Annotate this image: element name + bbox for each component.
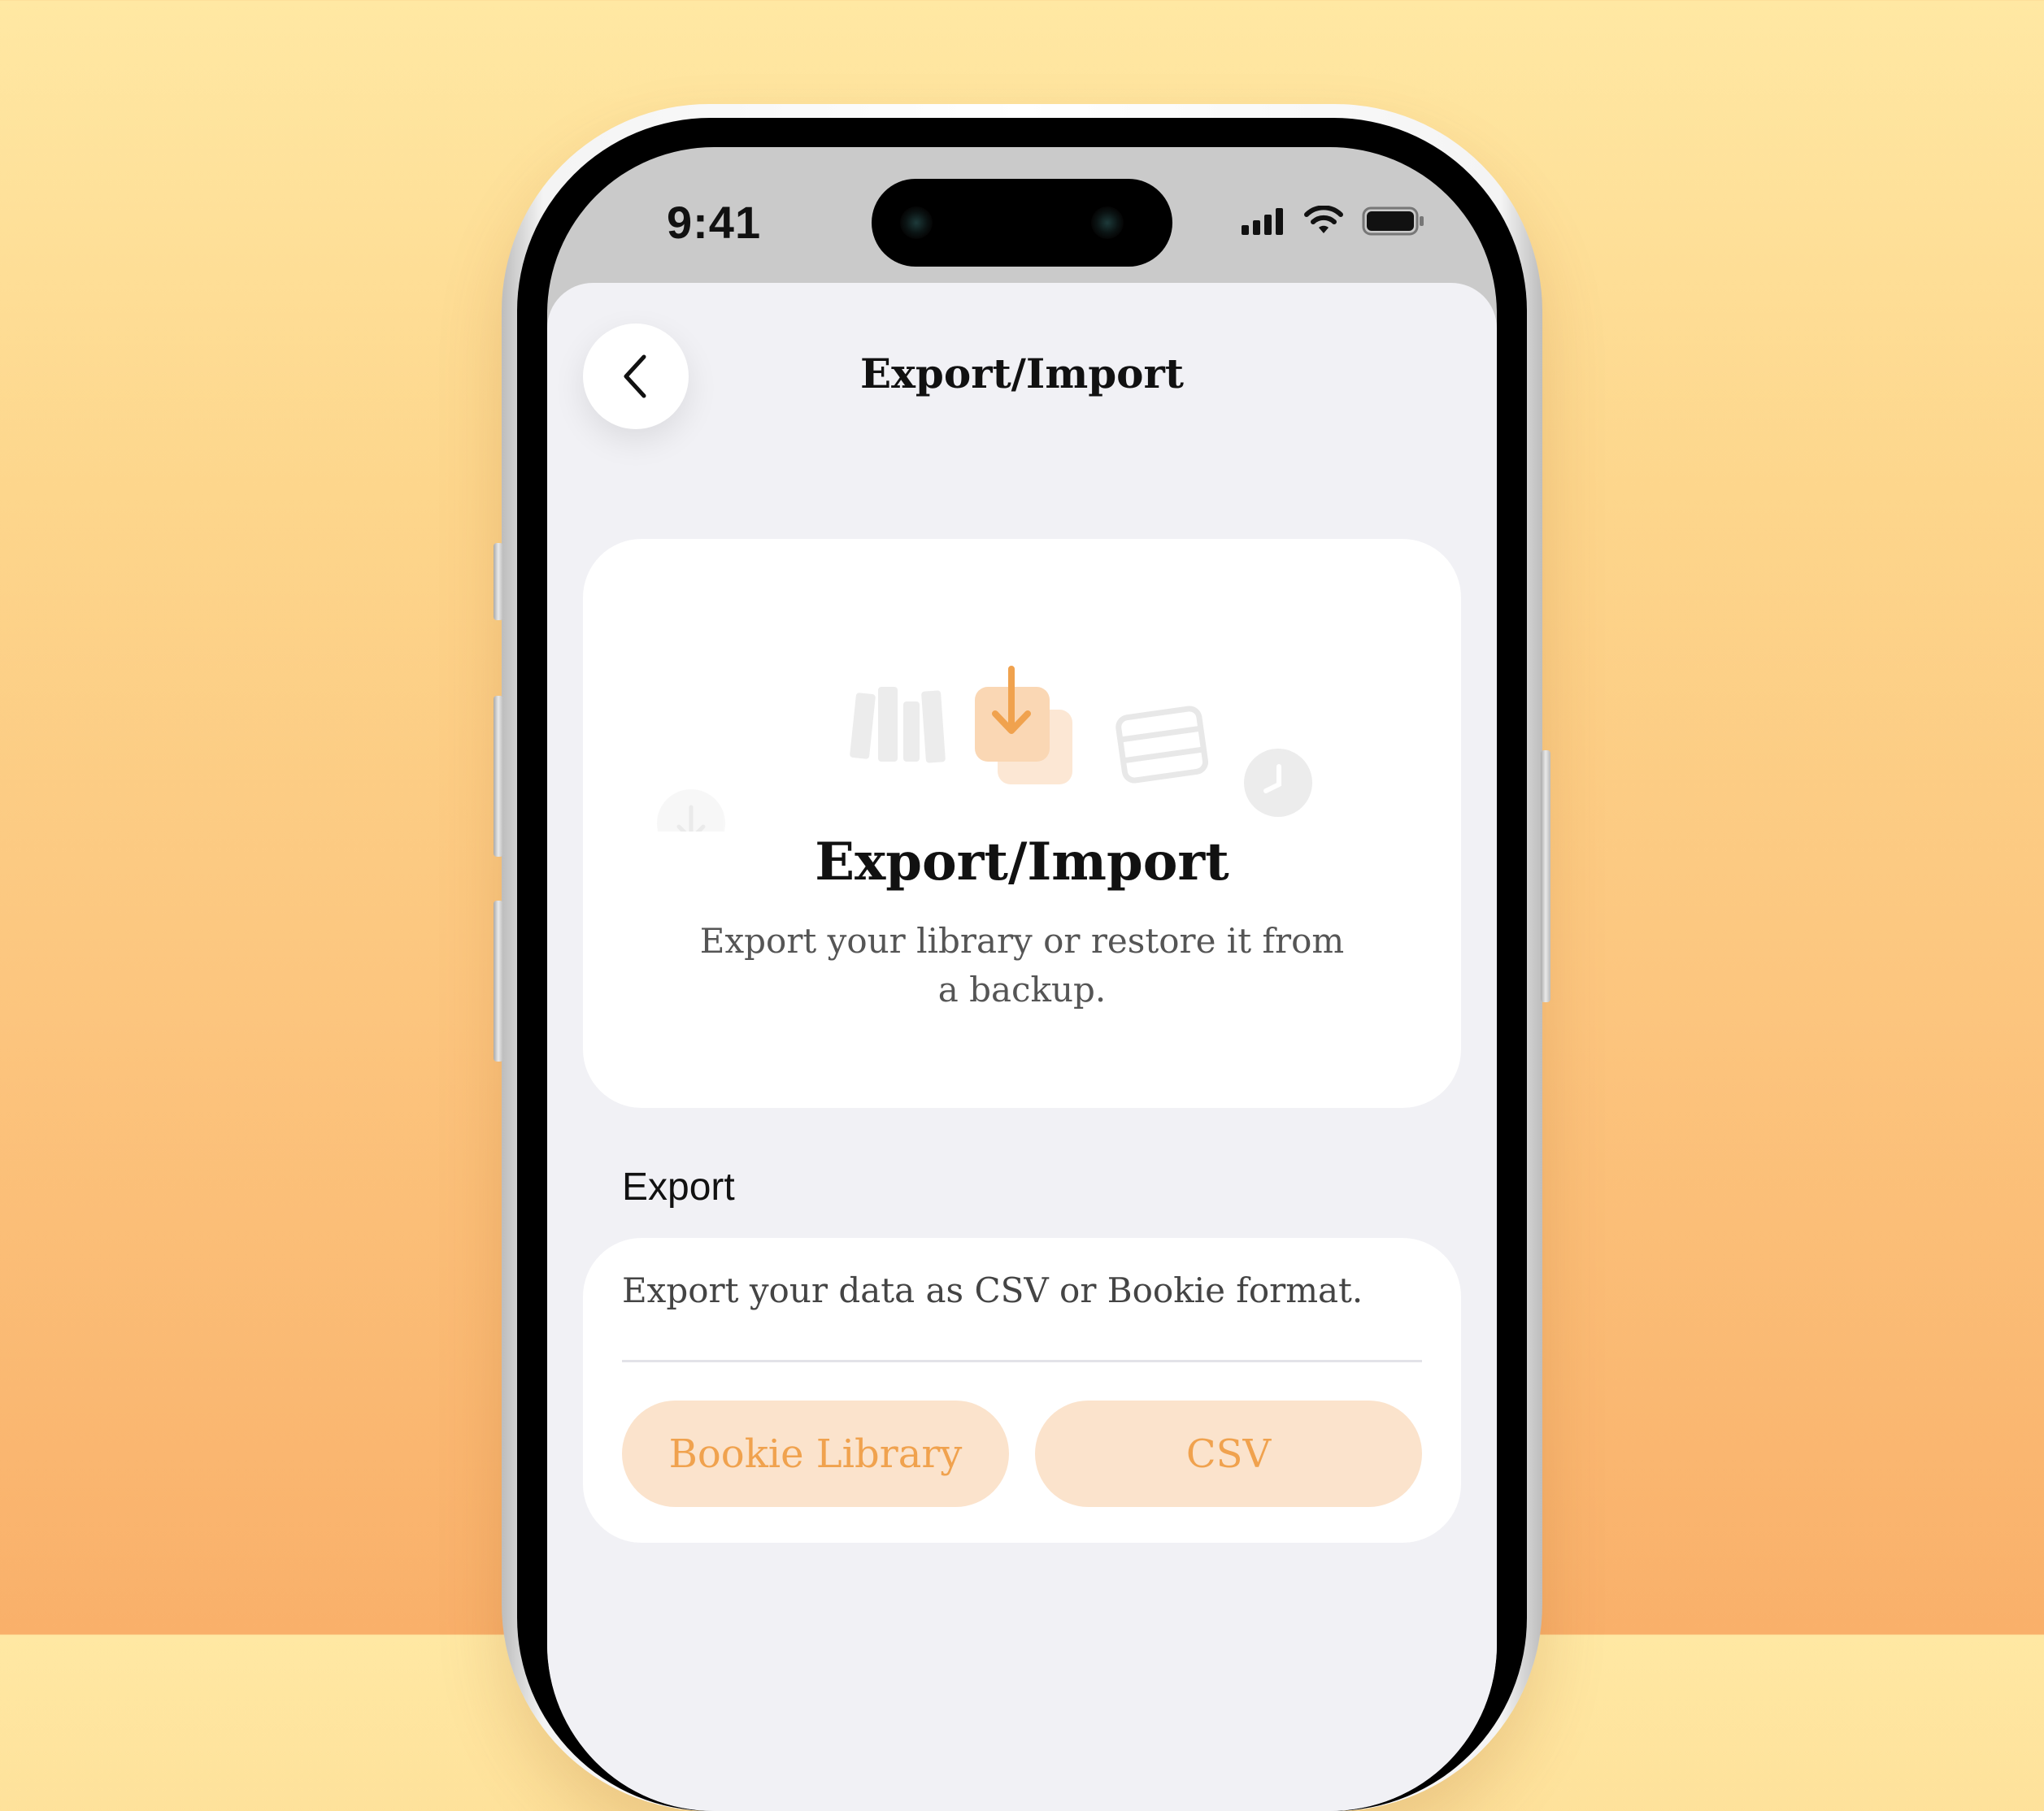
front-camera-icon — [900, 206, 933, 239]
csv-button[interactable]: CSV — [1035, 1401, 1422, 1507]
volume-up-button — [494, 696, 503, 857]
signal-icon — [1242, 208, 1283, 235]
hero-card: Export/Import Export your library or res… — [583, 539, 1461, 1108]
power-button — [1541, 750, 1550, 1002]
bookie-library-button[interactable]: Bookie Library — [622, 1401, 1009, 1507]
down-arrow-icon — [657, 789, 725, 832]
clock-icon — [1244, 749, 1312, 817]
volume-down-button — [494, 901, 503, 1062]
status-icons — [1242, 206, 1425, 237]
download-tray-icon — [975, 666, 1072, 784]
hero-subtitle: Export your library or restore it from a… — [681, 917, 1363, 1014]
phone-frame: 9:41 Export/Import Export/Import Export … — [494, 104, 1550, 1811]
action-button — [494, 543, 503, 620]
phone-screen: 9:41 Export/Import Export/Import Export … — [547, 147, 1497, 1811]
status-time: 9:41 — [667, 197, 762, 248]
nav-title: Export/Import — [860, 350, 1184, 397]
hero-illustration — [657, 666, 1312, 832]
dynamic-island — [872, 179, 1172, 267]
export-description: Export your data as CSV or Bookie format… — [622, 1270, 1363, 1310]
hero-subtitle-line-1: Export your library or restore it from — [699, 921, 1345, 961]
divider — [622, 1360, 1422, 1362]
server-icon — [1116, 706, 1209, 784]
wifi-icon — [1304, 206, 1343, 233]
phone-bezel: 9:41 Export/Import Export/Import Export … — [517, 118, 1527, 1811]
export-section-label: Export — [622, 1166, 735, 1209]
battery-icon — [1362, 206, 1424, 236]
hero-title: Export/Import — [815, 832, 1229, 892]
content-sheet: Export/Import Export/Import Export your … — [547, 283, 1497, 1811]
export-card: Export your data as CSV or Bookie format… — [583, 1238, 1461, 1543]
sensor-icon — [1091, 206, 1124, 239]
hero-subtitle-line-2: a backup. — [937, 970, 1107, 1010]
books-icon — [850, 687, 946, 763]
